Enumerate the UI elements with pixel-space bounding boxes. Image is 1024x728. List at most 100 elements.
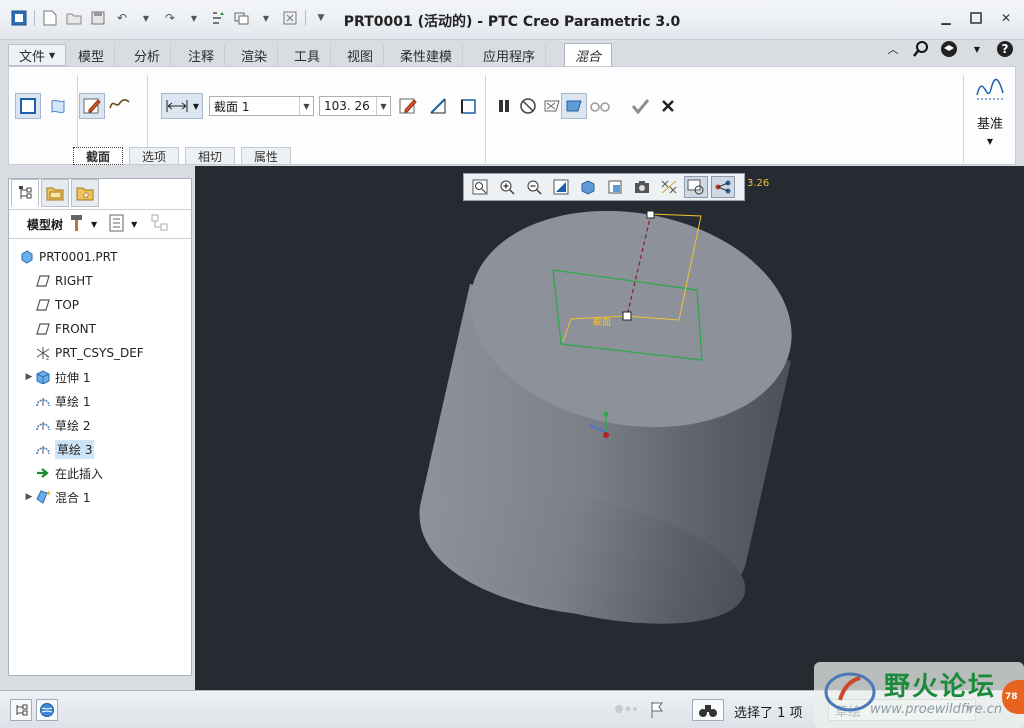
find-button[interactable] xyxy=(692,699,724,721)
section-placement-button[interactable]: ▼ xyxy=(161,93,203,119)
window-controls: ▁ ✕ xyxy=(938,10,1014,26)
favorites-tab[interactable] xyxy=(71,179,99,207)
section-selector[interactable]: 截面 1 ▼ xyxy=(209,96,314,116)
origin-point-handle[interactable] xyxy=(622,311,632,321)
tab-blend[interactable]: 混合 xyxy=(564,43,613,67)
datum-curve-icon xyxy=(976,78,1004,100)
zoom-out-icon[interactable] xyxy=(522,176,546,198)
spin-center-icon[interactable] xyxy=(711,176,735,198)
tree-item[interactable]: FRONT xyxy=(9,317,191,341)
tree-item[interactable]: 草绘 2 xyxy=(9,413,191,437)
subtab-properties[interactable]: 属性 xyxy=(241,147,292,165)
binoculars-icon xyxy=(699,705,717,717)
annotation-display-icon[interactable] xyxy=(684,176,708,198)
tab-file[interactable]: 文件 ▼ xyxy=(8,44,67,66)
flip-direction-button[interactable] xyxy=(425,93,451,119)
blend-surface-button[interactable] xyxy=(45,93,71,119)
svg-text:?: ? xyxy=(1002,42,1009,56)
model-tree-tab[interactable] xyxy=(11,179,39,207)
close-icon[interactable]: ✕ xyxy=(998,10,1014,26)
datum-display-filters-icon[interactable] xyxy=(657,176,681,198)
verify-mode-icon[interactable] xyxy=(587,93,613,119)
datum-dropdown-icon[interactable]: ▼ xyxy=(965,137,1015,146)
sketch-icon xyxy=(35,417,51,433)
window-title: PRT0001 (活动的) - PTC Creo Parametric 3.0 xyxy=(343,14,681,30)
dimension-label-section[interactable]: 截面 xyxy=(593,315,611,328)
repaint-icon[interactable] xyxy=(549,176,573,198)
folder-icon xyxy=(46,187,64,201)
sketched-sections-button[interactable] xyxy=(79,93,105,119)
settings-dropdown-icon[interactable]: ▼ xyxy=(91,220,97,229)
tab-render[interactable]: 渲染 xyxy=(231,44,279,66)
navigator-panel: 模型树 ▼ ▼ PRT0001.PRT RIGHT TOP FRONT z PRT_CSY… xyxy=(8,178,192,676)
dimension-label-top[interactable]: 3.26 xyxy=(747,178,769,189)
graphics-window[interactable]: 3.26 截面 xyxy=(195,166,1024,690)
view-manager-icon[interactable] xyxy=(630,176,654,198)
tab-analysis[interactable]: 分析 xyxy=(124,44,172,66)
search-icon[interactable] xyxy=(912,40,930,58)
sketch-icon xyxy=(35,441,51,457)
folder-browser-tab[interactable] xyxy=(41,179,69,207)
csys-icon: z xyxy=(35,345,51,361)
tree-item[interactable]: RIGHT xyxy=(9,269,191,293)
sketch-edit-button[interactable] xyxy=(395,93,421,119)
subtab-options[interactable]: 选项 xyxy=(129,147,180,165)
learning-connector-icon[interactable] xyxy=(940,40,958,58)
tree-item-label: RIGHT xyxy=(55,274,93,288)
zoom-in-icon[interactable] xyxy=(495,176,519,198)
sketch-plane-button[interactable] xyxy=(455,93,481,119)
refit-icon[interactable] xyxy=(468,176,492,198)
show-options-icon[interactable] xyxy=(109,214,125,235)
tree-item[interactable]: 草绘 1 xyxy=(9,389,191,413)
start-point-handle[interactable] xyxy=(646,210,655,219)
no-preview-icon[interactable] xyxy=(515,93,541,119)
expand-arrow-icon[interactable]: ▶ xyxy=(23,492,35,502)
csys-origin-point xyxy=(603,432,609,438)
chevron-down-icon[interactable]: ▼ xyxy=(376,97,390,115)
tree-item[interactable]: z PRT_CSYS_DEF xyxy=(9,341,191,365)
tree-item[interactable]: 在此插入 xyxy=(9,461,191,485)
tree-item-label: PRT0001.PRT xyxy=(39,250,118,264)
depth-value-field[interactable]: 103. 26 ▼ xyxy=(319,96,391,116)
help-icon[interactable]: ? xyxy=(996,40,1014,58)
datum-group[interactable]: 基准 ▼ xyxy=(965,67,1015,164)
learning-dropdown-icon[interactable]: ▼ xyxy=(968,40,986,58)
pause-icon[interactable] xyxy=(491,93,517,119)
toggle-browser-button[interactable] xyxy=(36,699,58,721)
minimize-icon[interactable]: ▁ xyxy=(938,10,954,26)
navigator-tabs xyxy=(11,179,99,209)
feature-preview-icon[interactable] xyxy=(561,93,587,119)
tree-item[interactable]: ▶ 拉伸 1 xyxy=(9,365,191,389)
tab-view[interactable]: 视图 xyxy=(337,44,385,66)
settings-hammer-icon[interactable] xyxy=(69,214,85,235)
subtab-tangency[interactable]: 相切 xyxy=(185,147,236,165)
cancel-x-icon[interactable] xyxy=(655,93,681,119)
tree-item[interactable]: ▶ ✶ 混合 1 xyxy=(9,485,191,509)
tree-item-label: 草绘 2 xyxy=(55,418,91,433)
toggle-navigator-button[interactable] xyxy=(10,699,32,721)
selected-sections-button[interactable] xyxy=(107,93,133,119)
show-dropdown-icon[interactable]: ▼ xyxy=(131,220,137,229)
maximize-icon[interactable] xyxy=(968,10,984,26)
apply-checkmark-icon[interactable] xyxy=(627,93,653,119)
forum-title: 野火论坛 xyxy=(884,672,997,702)
blend-solid-button[interactable] xyxy=(15,93,41,119)
saved-orientations-icon[interactable] xyxy=(603,176,627,198)
ribbon-panel: ▼ 截面 1 ▼ 103. 26 ▼ 截面 选项 相切 属性 基准 ▼ xyxy=(8,66,1016,165)
display-style-icon[interactable] xyxy=(576,176,600,198)
model-tree: PRT0001.PRT RIGHT TOP FRONT z PRT_CSYS_DEF ▶ 拉伸… xyxy=(9,245,191,509)
subtab-sections[interactable]: 截面 xyxy=(73,147,124,165)
tab-model[interactable]: 模型 xyxy=(68,44,116,66)
tree-item[interactable]: TOP xyxy=(9,293,191,317)
tab-tools[interactable]: 工具 xyxy=(284,44,332,66)
tree-item[interactable]: 草绘 3 xyxy=(9,437,191,461)
chevron-down-icon[interactable]: ▼ xyxy=(299,97,313,115)
minimize-ribbon-icon[interactable]: ︿ xyxy=(884,40,902,58)
flag-icon[interactable] xyxy=(650,701,664,722)
tab-annotate[interactable]: 注释 xyxy=(178,44,226,66)
tab-applications[interactable]: 应用程序 xyxy=(473,44,547,66)
datum-plane-icon xyxy=(35,273,51,289)
tab-flexible-modeling[interactable]: 柔性建模 xyxy=(390,44,464,66)
expand-arrow-icon[interactable]: ▶ xyxy=(23,372,35,382)
tree-item[interactable]: PRT0001.PRT xyxy=(9,245,191,269)
